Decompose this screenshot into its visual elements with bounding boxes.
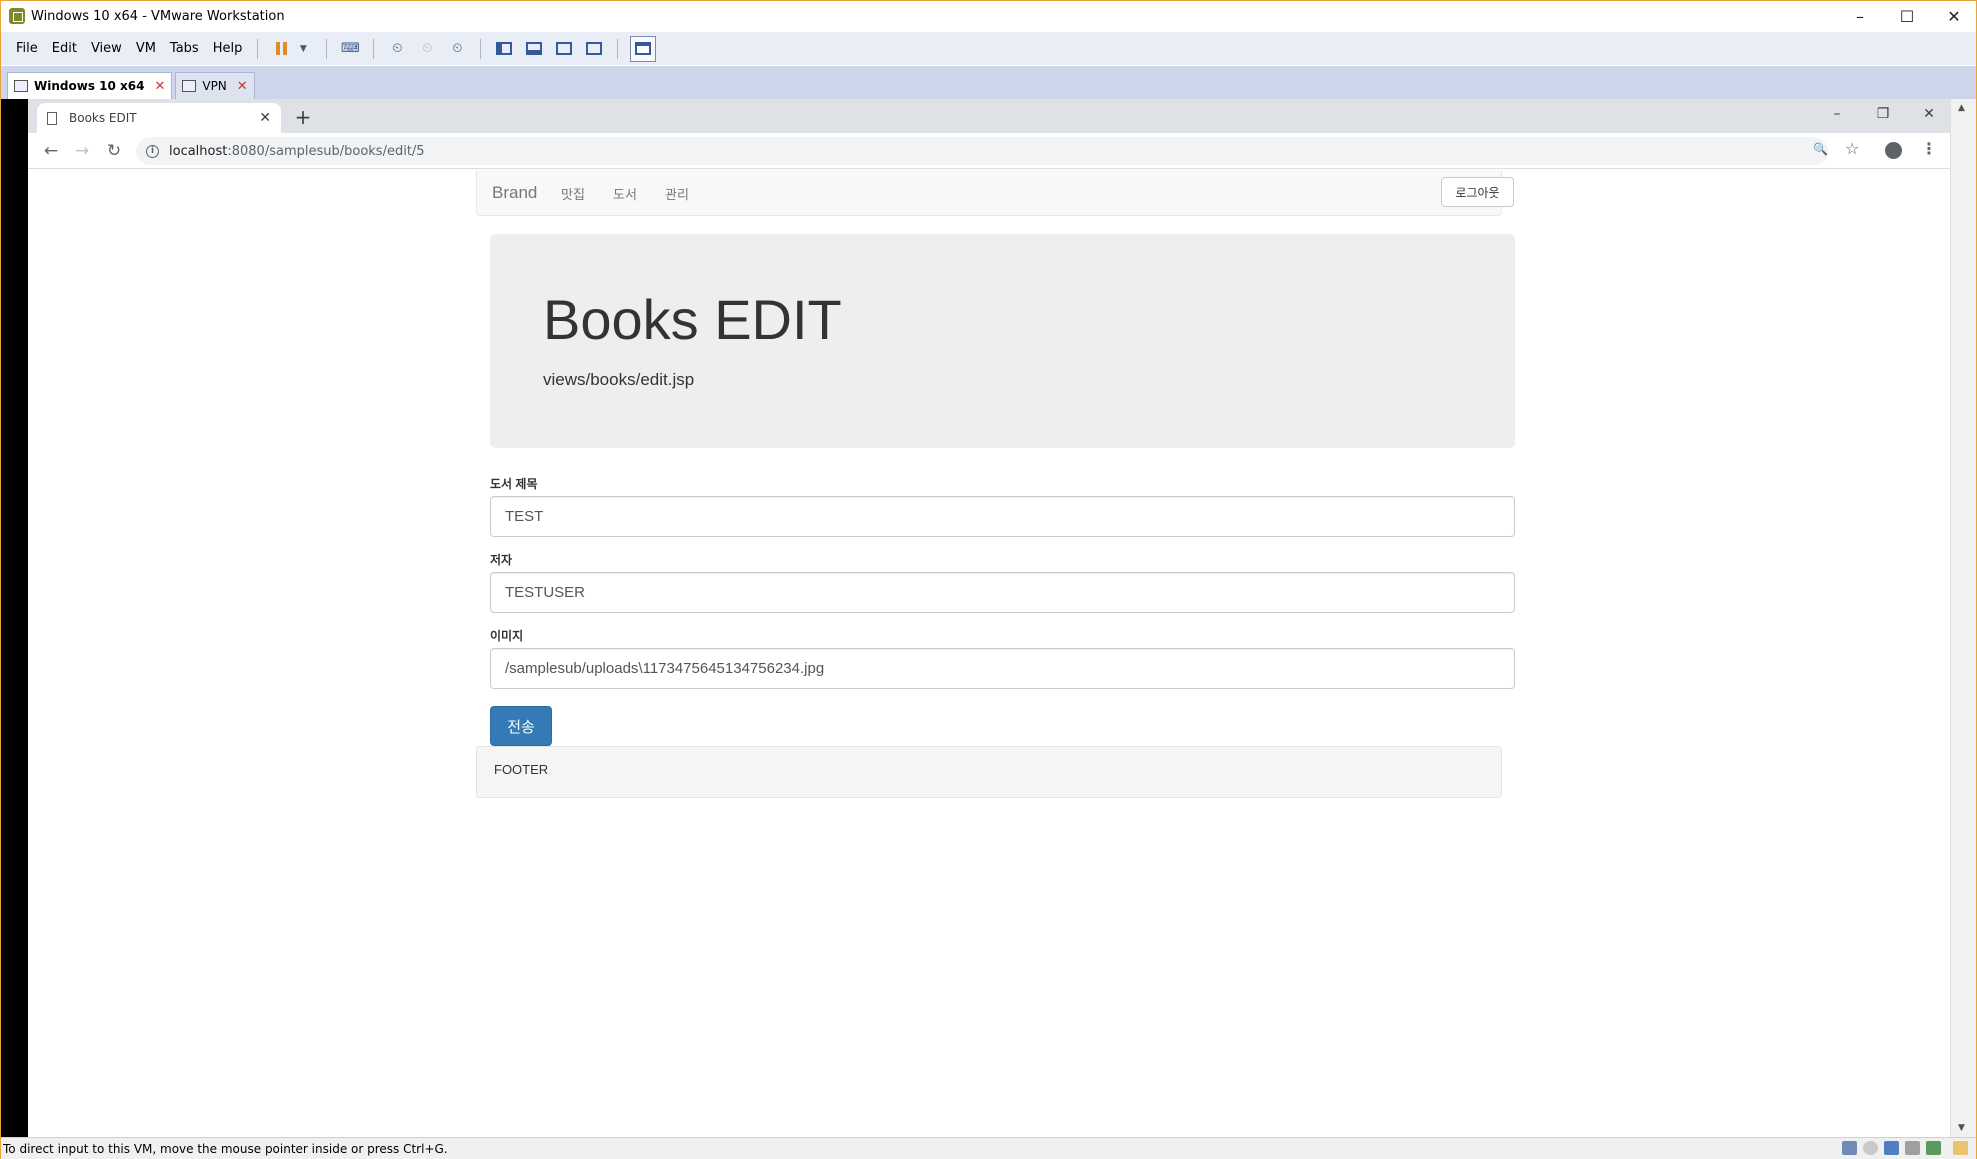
console-view-icon[interactable] bbox=[630, 35, 657, 62]
chrome-tabstrip: Books EDIT ✕ + – ❐ ✕ bbox=[28, 99, 1950, 133]
chrome-window: Books EDIT ✕ + – ❐ ✕ ← → ↻ i localhost:8… bbox=[28, 99, 1950, 1137]
vm-tab-vpn[interactable]: VPN ✕ bbox=[175, 72, 255, 99]
vmware-maximize-button[interactable]: ☐ bbox=[1884, 1, 1930, 31]
pause-dropdown-icon[interactable]: ▼ bbox=[292, 38, 314, 60]
vmware-window-title: Windows 10 x64 - VMware Workstation bbox=[31, 8, 285, 24]
snapshot-icon[interactable]: ⏲ bbox=[386, 38, 408, 60]
nav-link-admin[interactable]: 관리 bbox=[665, 184, 689, 203]
page-footer: FOOTER bbox=[476, 746, 1502, 798]
guest-scrollbar[interactable]: ▲ ▼ bbox=[1950, 99, 1976, 1137]
scroll-up-icon[interactable]: ▲ bbox=[1958, 103, 1965, 113]
device-status-icons bbox=[1842, 1141, 1968, 1155]
toolbar-separator bbox=[326, 38, 328, 59]
info-icon[interactable]: i bbox=[146, 144, 159, 158]
account-icon[interactable] bbox=[1885, 142, 1902, 159]
nav-link-books[interactable]: 도서 bbox=[613, 184, 637, 203]
cd-dvd-icon[interactable] bbox=[1863, 1141, 1878, 1155]
address-bar[interactable]: i localhost:8080/samplesub/books/edit/5 bbox=[136, 137, 1828, 165]
site-navbar: Brand 맛집 도서 관리 로그아웃 bbox=[476, 170, 1514, 216]
forward-button[interactable]: → bbox=[69, 138, 95, 164]
page-icon bbox=[47, 111, 57, 125]
vmware-app-icon bbox=[9, 8, 25, 24]
url-path: :8080/samplesub/books/edit/5 bbox=[227, 143, 425, 159]
scroll-down-icon[interactable]: ▼ bbox=[1958, 1123, 1965, 1133]
book-title-input[interactable] bbox=[490, 496, 1515, 537]
vm-icon bbox=[182, 80, 197, 92]
author-input[interactable] bbox=[490, 572, 1515, 613]
page-subtitle: views/books/edit.jsp bbox=[543, 370, 695, 389]
image-label: 이미지 bbox=[490, 629, 524, 643]
reload-button[interactable]: ↻ bbox=[101, 138, 127, 164]
logout-button[interactable]: 로그아웃 bbox=[1441, 177, 1514, 207]
message-log-icon[interactable] bbox=[1953, 1141, 1968, 1155]
menu-file[interactable]: File bbox=[9, 41, 45, 56]
submit-button[interactable]: 전송 bbox=[490, 706, 552, 746]
brand-link[interactable]: Brand bbox=[492, 183, 537, 203]
vm-tab-label: VPN bbox=[202, 79, 227, 93]
new-tab-button[interactable]: + bbox=[290, 105, 316, 131]
revert-snapshot-icon: ⏲ bbox=[422, 41, 433, 56]
chrome-close-button[interactable]: ✕ bbox=[1906, 99, 1952, 129]
menu-edit[interactable]: Edit bbox=[45, 41, 84, 56]
vmware-close-button[interactable]: ✕ bbox=[1931, 1, 1977, 31]
vmware-menubar: File Edit View VM Tabs Help ▼ ⌨ ⏲ ⏲ ⏲ bbox=[1, 32, 1976, 65]
toolbar-separator bbox=[373, 38, 375, 59]
chrome-toolbar: ← → ↻ i localhost:8080/samplesub/books/e… bbox=[28, 133, 1950, 169]
back-button[interactable]: ← bbox=[38, 138, 64, 164]
menu-tabs[interactable]: Tabs bbox=[163, 41, 206, 56]
menu-help[interactable]: Help bbox=[206, 41, 250, 56]
full-screen-icon[interactable] bbox=[553, 38, 575, 60]
image-path-input[interactable] bbox=[490, 648, 1515, 689]
pause-icon[interactable] bbox=[270, 38, 292, 60]
network-icon[interactable] bbox=[1884, 1141, 1899, 1155]
vmware-titlebar: Windows 10 x64 - VMware Workstation – ☐ … bbox=[1, 1, 1976, 31]
zoom-icon[interactable]: 🔍 bbox=[1813, 142, 1828, 156]
chrome-menu-icon[interactable]: ⋮ bbox=[1921, 139, 1937, 158]
menu-view[interactable]: View bbox=[84, 41, 129, 56]
close-icon[interactable]: ✕ bbox=[237, 79, 248, 94]
printer-icon[interactable] bbox=[1905, 1141, 1920, 1155]
vm-tab-label: Windows 10 x64 bbox=[34, 79, 145, 93]
author-label: 저자 bbox=[490, 553, 513, 567]
close-icon[interactable]: ✕ bbox=[259, 110, 271, 126]
guest-display[interactable]: Books EDIT ✕ + – ❐ ✕ ← → ↻ i localhost:8… bbox=[1, 99, 1976, 1137]
vmware-tabbar: Windows 10 x64 ✕ VPN ✕ bbox=[1, 66, 1976, 99]
sound-icon[interactable] bbox=[1926, 1141, 1941, 1155]
nav-link-restaurants[interactable]: 맛집 bbox=[561, 184, 585, 203]
page-title: Books EDIT bbox=[543, 288, 842, 351]
close-icon[interactable]: ✕ bbox=[154, 79, 165, 94]
vm-icon bbox=[14, 80, 28, 92]
toolbar-separator bbox=[617, 38, 619, 59]
book-title-label: 도서 제목 bbox=[490, 477, 538, 491]
send-ctrl-alt-del-icon[interactable]: ⌨ bbox=[339, 38, 361, 60]
page-viewport: Brand 맛집 도서 관리 로그아웃 Books EDIT views/boo… bbox=[28, 170, 1950, 1137]
footer-text: FOOTER bbox=[494, 762, 549, 777]
thumbnail-bar-icon[interactable] bbox=[523, 38, 545, 60]
vmware-statusbar: To direct input to this VM, move the mou… bbox=[1, 1137, 1976, 1159]
chrome-restore-button[interactable]: ❐ bbox=[1860, 99, 1906, 129]
snapshot-manager-icon[interactable]: ⏲ bbox=[446, 38, 468, 60]
chrome-tab-title: Books EDIT bbox=[69, 111, 137, 125]
show-library-icon[interactable] bbox=[493, 38, 515, 60]
hard-disk-icon[interactable] bbox=[1842, 1141, 1857, 1155]
chrome-tab-books-edit[interactable]: Books EDIT ✕ bbox=[37, 103, 281, 133]
vmware-minimize-button[interactable]: – bbox=[1837, 1, 1883, 31]
url-host: localhost bbox=[169, 143, 228, 159]
bookmark-star-icon[interactable]: ☆ bbox=[1845, 139, 1859, 158]
chrome-minimize-button[interactable]: – bbox=[1814, 99, 1860, 129]
jumbotron: Books EDIT views/books/edit.jsp bbox=[490, 234, 1515, 448]
toolbar-separator bbox=[257, 38, 259, 59]
status-message: To direct input to this VM, move the mou… bbox=[3, 1141, 448, 1156]
vmware-window: Windows 10 x64 - VMware Workstation – ☐ … bbox=[0, 0, 1977, 1159]
menu-vm[interactable]: VM bbox=[129, 41, 163, 56]
toolbar-separator bbox=[480, 38, 482, 59]
unity-icon[interactable] bbox=[583, 38, 605, 60]
guest-desktop-edge bbox=[1, 99, 28, 1137]
vm-tab-windows10[interactable]: Windows 10 x64 ✕ bbox=[7, 72, 173, 99]
